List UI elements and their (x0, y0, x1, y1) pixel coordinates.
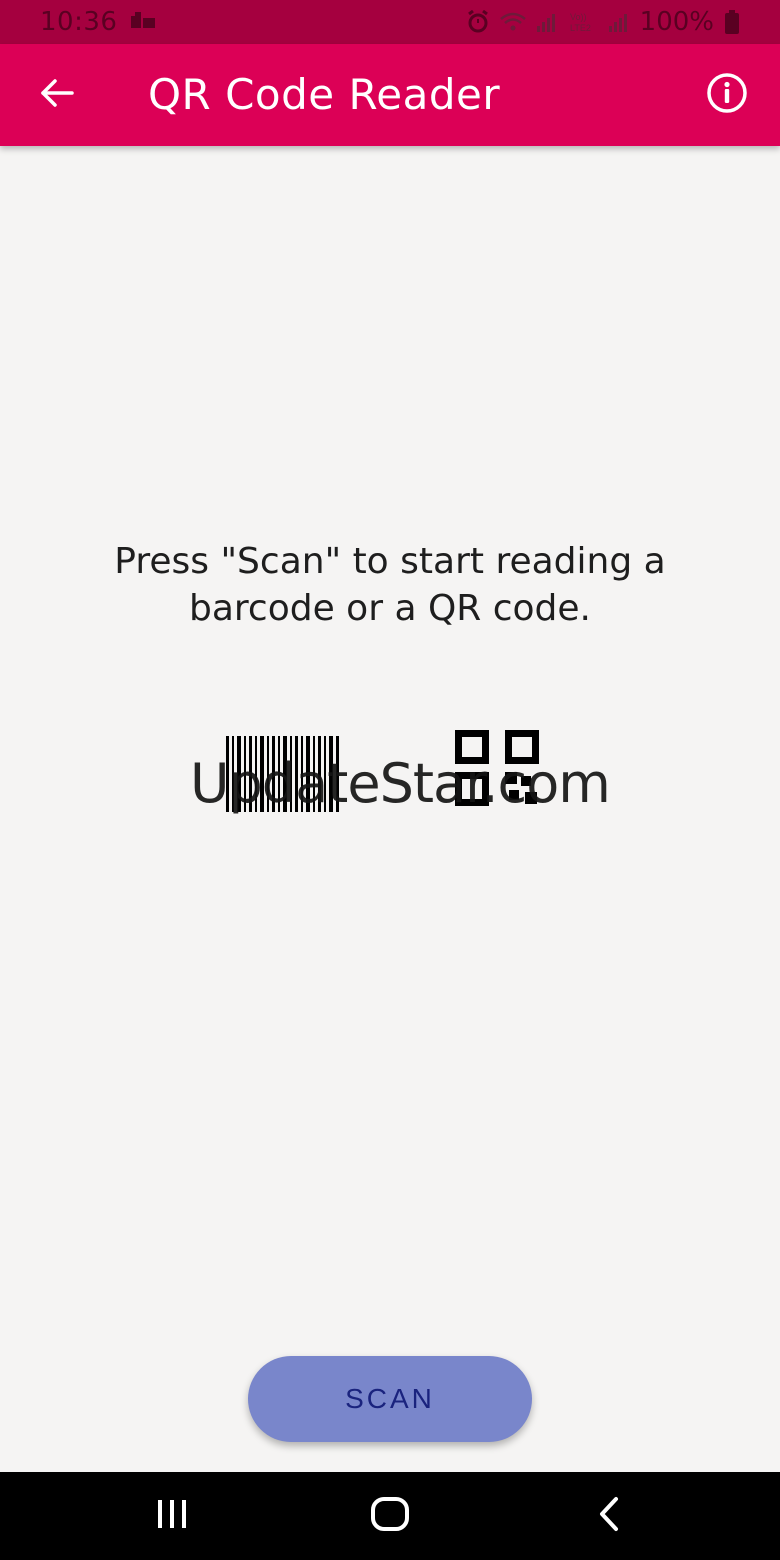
svg-text:LTE2: LTE2 (570, 23, 591, 33)
notification-icon (129, 12, 157, 32)
watermark-text: UpdateStar.com (190, 752, 611, 815)
alarm-icon (466, 10, 490, 34)
status-bar-left: 10:36 (40, 7, 157, 37)
app-title: QR Code Reader (148, 70, 501, 119)
home-button[interactable] (360, 1492, 420, 1540)
scan-button[interactable]: SCAN (248, 1356, 532, 1442)
signal-icon (608, 12, 630, 32)
status-bar-right: Vo)) LTE2 100% (466, 7, 740, 37)
recent-apps-button[interactable] (142, 1492, 202, 1540)
back-icon (594, 1496, 622, 1536)
info-button[interactable] (698, 66, 756, 124)
status-time: 10:36 (40, 7, 118, 37)
recent-apps-icon (154, 1498, 190, 1534)
status-bar: 10:36 Vo)) LTE2 100% (0, 0, 780, 44)
battery-icon (724, 10, 740, 34)
wifi-icon (499, 12, 526, 32)
instruction-message: Press "Scan" to start reading a barcode … (114, 541, 666, 629)
arrow-back-icon (39, 75, 75, 115)
battery-percentage: 100% (639, 7, 714, 37)
info-icon (706, 72, 748, 118)
nav-back-button[interactable] (578, 1492, 638, 1540)
home-icon (370, 1496, 410, 1536)
svg-text:Vo)): Vo)) (570, 12, 587, 22)
navigation-bar (0, 1472, 780, 1560)
volte-icon: Vo)) LTE2 (568, 10, 598, 34)
back-button[interactable] (28, 66, 86, 124)
signal-icon (536, 12, 558, 32)
app-bar: QR Code Reader (0, 44, 780, 146)
